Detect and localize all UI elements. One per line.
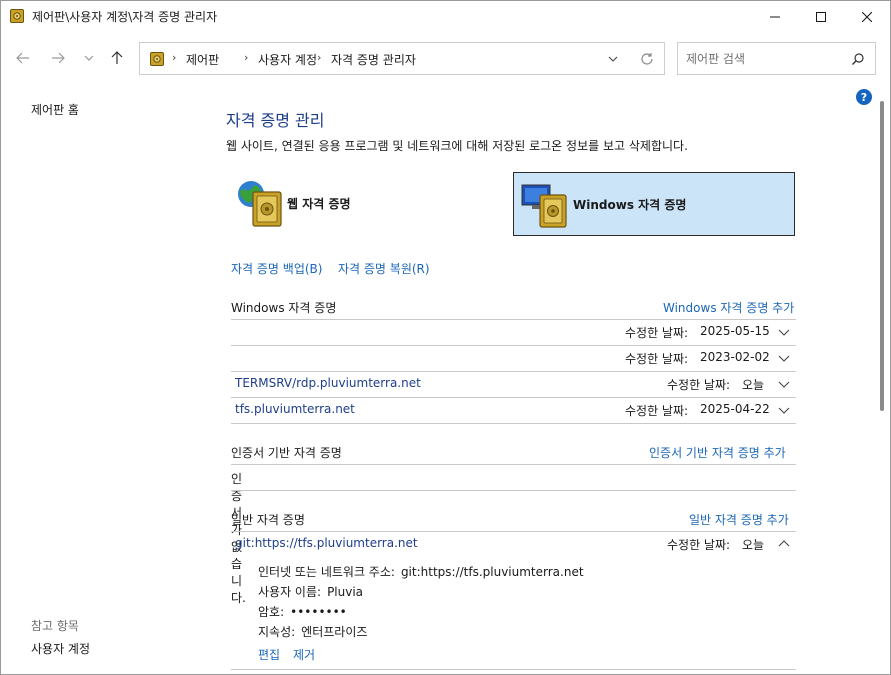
divider <box>231 490 796 491</box>
windows-credentials-icon <box>521 184 567 228</box>
modified-date: 2025-05-15 <box>700 324 770 338</box>
user-name-detail: 사용자 이름: Pluvia <box>258 583 363 600</box>
windows-credential-row[interactable]: 수정한 날짜: 2025-05-15 <box>231 319 796 345</box>
credential-name: TERMSRV/rdp.pluviumterra.net <box>235 376 421 390</box>
web-credentials-label: 웹 자격 증명 <box>287 197 351 211</box>
window-title: 제어판\사용자 계정\자격 증명 관리자 <box>32 10 218 24</box>
divider <box>231 423 796 424</box>
left-pane: 제어판 홈 참고 항목 사용자 계정 <box>1 84 201 675</box>
breadcrumb-user-accounts[interactable]: 사용자 계정 <box>258 51 317 68</box>
restore-credentials-link[interactable]: 자격 증명 복원(R) <box>338 260 430 277</box>
back-button[interactable] <box>13 48 33 68</box>
divider <box>231 464 796 465</box>
password-value: •••••••• <box>290 605 347 619</box>
divider <box>231 669 796 670</box>
refresh-icon <box>641 53 653 65</box>
address-history-button[interactable] <box>606 53 620 65</box>
modified-date-label: 수정한 날짜: <box>625 352 689 366</box>
modified-date-label: 수정한 날짜: <box>667 378 731 392</box>
arrow-right-icon <box>52 52 65 64</box>
control-panel-home-link[interactable]: 제어판 홈 <box>31 101 79 118</box>
breadcrumb-credential-manager[interactable]: 자격 증명 관리자 <box>331 51 416 68</box>
remove-credential-link[interactable]: 제거 <box>293 646 315 663</box>
navigation-bar: › 제어판 › 사용자 계정 › 자격 증명 관리자 <box>1 32 890 84</box>
add-certificate-credential-link[interactable]: 인증서 기반 자격 증명 추가 <box>649 444 786 461</box>
search-input[interactable] <box>686 50 846 68</box>
breadcrumb-separator-icon: › <box>244 51 249 64</box>
modified-date-label: 수정한 날짜: <box>625 326 689 340</box>
network-address-value: git:https://tfs.pluviumterra.net <box>400 565 584 579</box>
credential-name: tfs.pluviumterra.net <box>235 402 355 416</box>
chevron-down-icon[interactable] <box>778 352 790 364</box>
generic-credentials-heading: 일반 자격 증명 <box>231 513 305 527</box>
forward-button[interactable] <box>48 48 68 68</box>
chevron-down-icon[interactable] <box>778 326 790 338</box>
minimize-icon <box>770 16 780 17</box>
close-button[interactable] <box>844 1 890 32</box>
windows-credentials-heading: Windows 자격 증명 <box>231 301 337 315</box>
user-name-value: Pluvia <box>327 585 364 599</box>
refresh-button[interactable] <box>639 51 655 67</box>
backup-credentials-link[interactable]: 자격 증명 백업(B) <box>231 260 322 277</box>
web-credentials-icon <box>238 181 282 227</box>
modified-date-label: 수정한 날짜: <box>667 538 731 552</box>
breadcrumb-separator-icon: › <box>317 51 322 64</box>
user-name-label: 사용자 이름: <box>258 585 322 599</box>
help-icon: ? <box>860 90 868 104</box>
arrow-up-icon <box>111 51 123 64</box>
credential-manager-window: 제어판\사용자 계정\자격 증명 관리자 › 제어판 › 사용자 계정 › 자격… <box>0 0 891 675</box>
minimize-button[interactable] <box>752 1 798 32</box>
search-box[interactable] <box>677 42 876 75</box>
recent-locations-button[interactable] <box>79 48 99 68</box>
help-button[interactable]: ? <box>856 89 872 105</box>
windows-credential-row[interactable]: TERMSRV/rdp.pluviumterra.net 수정한 날짜: 오늘 <box>231 371 796 397</box>
add-generic-credential-link[interactable]: 일반 자격 증명 추가 <box>689 511 789 528</box>
edit-credential-link[interactable]: 편집 <box>258 646 280 663</box>
modified-date: 오늘 <box>742 538 765 552</box>
windows-credentials-tile[interactable]: Windows 자격 증명 <box>513 172 795 236</box>
title-bar[interactable]: 제어판\사용자 계정\자격 증명 관리자 <box>1 1 890 32</box>
password-detail: 암호: •••••••• <box>258 603 347 620</box>
breadcrumb-separator-icon: › <box>172 51 177 64</box>
generic-credential-row[interactable]: git:https://tfs.pluviumterra.net 수정한 날짜:… <box>231 531 796 557</box>
page-title: 자격 증명 관리 <box>226 111 325 130</box>
credential-name: git:https://tfs.pluviumterra.net <box>235 536 418 550</box>
web-credentials-tile[interactable]: 웹 자격 증명 <box>231 172 501 236</box>
vault-icon <box>10 9 24 23</box>
search-icon[interactable] <box>851 52 865 66</box>
chevron-down-icon <box>608 56 618 62</box>
modified-date: 2023-02-02 <box>700 350 770 364</box>
close-icon <box>862 11 872 22</box>
address-bar[interactable]: › 제어판 › 사용자 계정 › 자격 증명 관리자 <box>139 42 665 75</box>
persistence-value: 엔터프라이즈 <box>301 625 368 639</box>
arrow-left-icon <box>16 52 29 64</box>
password-label: 암호: <box>258 605 285 619</box>
breadcrumb-control-panel[interactable]: 제어판 <box>186 51 219 68</box>
modified-date: 2025-04-22 <box>700 402 770 416</box>
persistence-detail: 지속성: 엔터프라이즈 <box>258 623 367 640</box>
vault-icon <box>150 52 164 66</box>
maximize-icon <box>816 11 826 22</box>
network-address-detail: 인터넷 또는 네트워크 주소: git:https://tfs.pluviumte… <box>258 563 584 580</box>
certificate-credentials-heading: 인증서 기반 자격 증명 <box>231 446 342 460</box>
chevron-down-icon <box>84 55 94 61</box>
windows-credential-row[interactable]: 수정한 날짜: 2023-02-02 <box>231 345 796 371</box>
add-windows-credential-link[interactable]: Windows 자격 증명 추가 <box>663 299 794 316</box>
maximize-button[interactable] <box>798 1 844 32</box>
modified-date: 오늘 <box>742 378 765 392</box>
windows-credential-row[interactable]: tfs.pluviumterra.net 수정한 날짜: 2025-04-22 <box>231 397 796 423</box>
chevron-down-icon[interactable] <box>778 404 790 416</box>
persistence-label: 지속성: <box>258 625 296 639</box>
windows-credentials-label: Windows 자격 증명 <box>573 198 687 212</box>
network-address-label: 인터넷 또는 네트워크 주소: <box>258 565 395 579</box>
chevron-down-icon[interactable] <box>778 378 790 390</box>
see-also-heading: 참고 항목 <box>31 619 79 633</box>
vertical-scrollbar[interactable] <box>880 101 884 411</box>
page-description: 웹 사이트, 연결된 응용 프로그램 및 네트워크에 대해 저장된 로그온 정보… <box>226 139 688 153</box>
up-button[interactable] <box>107 48 127 68</box>
user-accounts-link[interactable]: 사용자 계정 <box>31 640 90 657</box>
chevron-up-icon[interactable] <box>778 538 790 550</box>
modified-date-label: 수정한 날짜: <box>625 404 689 418</box>
